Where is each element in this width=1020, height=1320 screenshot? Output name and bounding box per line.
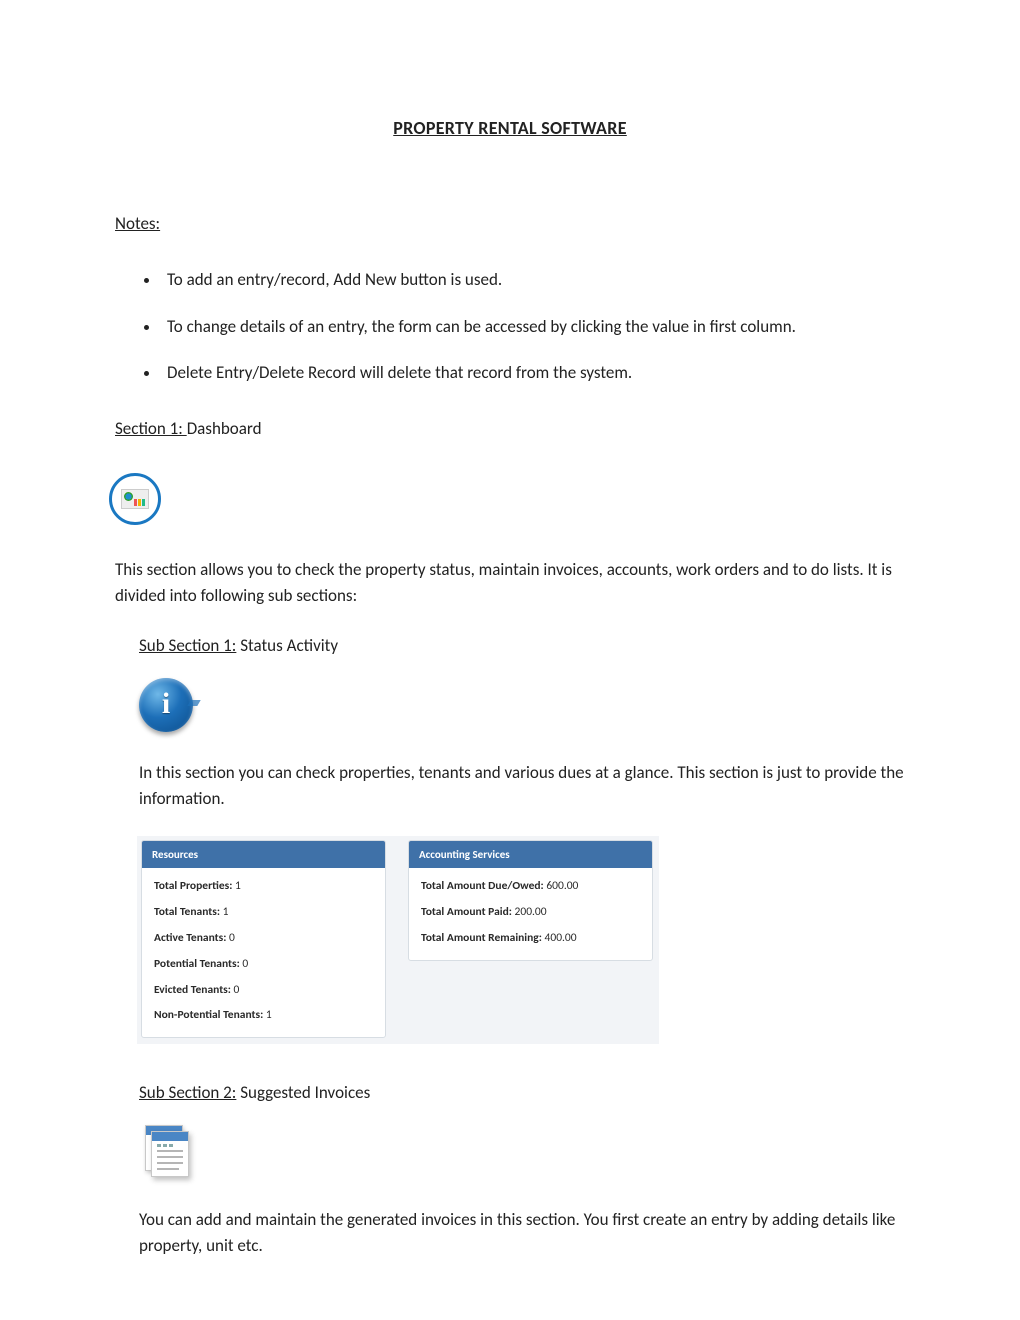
notes-heading-label: Notes: [115, 213, 160, 234]
resources-row: Potential Tenants: 0 [154, 956, 373, 974]
invoice-icon [139, 1125, 193, 1179]
resources-row-label: Total Properties: [154, 879, 232, 893]
resources-row-label: Active Tenants: [154, 931, 226, 945]
note-item: Delete Entry/Delete Record will delete t… [161, 360, 905, 386]
resources-row-value: 0 [226, 931, 234, 945]
accounting-row-label: Total Amount Due/Owed: [421, 879, 544, 893]
subsection2-description: You can add and maintain the generated i… [139, 1207, 905, 1260]
resources-row: Non-Potential Tenants: 1 [154, 1007, 373, 1025]
section1-name: Dashboard [187, 418, 262, 439]
dashboard-icon [109, 473, 161, 525]
accounting-row-label: Total Amount Paid: [421, 905, 512, 919]
accounting-row-value: 200.00 [512, 905, 547, 919]
resources-row-value: 0 [231, 983, 239, 997]
accounting-row-value: 400.00 [542, 931, 577, 945]
status-panels: Resources Total Properties: 1 Total Tena… [137, 836, 659, 1044]
accounting-panel-header: Accounting Services [409, 841, 652, 868]
resources-row-value: 1 [220, 905, 228, 919]
accounting-row-label: Total Amount Remaining: [421, 931, 542, 945]
accounting-row-value: 600.00 [544, 879, 579, 893]
subsection1-name: Status Activity [236, 635, 338, 656]
resources-row: Evicted Tenants: 0 [154, 982, 373, 1000]
resources-row-label: Potential Tenants: [154, 957, 240, 971]
note-item: To change details of an entry, the form … [161, 314, 905, 340]
resources-panel: Resources Total Properties: 1 Total Tena… [141, 840, 386, 1038]
section1-label: Section 1: [115, 418, 187, 439]
note-item: To add an entry/record, Add New button i… [161, 267, 905, 293]
section1-heading: Section 1: Dashboard [115, 416, 905, 442]
accounting-row: Total Amount Remaining: 400.00 [421, 930, 640, 948]
resources-row-value: 1 [263, 1008, 271, 1022]
resources-row: Total Properties: 1 [154, 878, 373, 896]
page-title: PROPERTY RENTAL SOFTWARE [115, 115, 905, 143]
resources-row-value: 0 [240, 957, 248, 971]
info-icon: i [139, 678, 193, 732]
subsection2-name: Suggested Invoices [236, 1082, 370, 1103]
notes-list: To add an entry/record, Add New button i… [161, 267, 905, 386]
resources-row-label: Total Tenants: [154, 905, 220, 919]
resources-row: Active Tenants: 0 [154, 930, 373, 948]
section1-description: This section allows you to check the pro… [115, 557, 905, 610]
accounting-row: Total Amount Paid: 200.00 [421, 904, 640, 922]
resources-row: Total Tenants: 1 [154, 904, 373, 922]
accounting-row: Total Amount Due/Owed: 600.00 [421, 878, 640, 896]
subsection2-heading: Sub Section 2: Suggested Invoices [139, 1080, 905, 1106]
notes-heading: Notes: [115, 211, 905, 237]
resources-row-label: Evicted Tenants: [154, 983, 231, 997]
subsection2-label: Sub Section 2: [139, 1082, 236, 1103]
resources-row-value: 1 [232, 879, 240, 893]
subsection1-label: Sub Section 1: [139, 635, 236, 656]
subsection1-heading: Sub Section 1: Status Activity [139, 633, 905, 659]
subsection1-description: In this section you can check properties… [139, 760, 905, 813]
resources-row-label: Non-Potential Tenants: [154, 1008, 263, 1022]
accounting-panel: Accounting Services Total Amount Due/Owe… [408, 840, 653, 960]
resources-panel-header: Resources [142, 841, 385, 868]
